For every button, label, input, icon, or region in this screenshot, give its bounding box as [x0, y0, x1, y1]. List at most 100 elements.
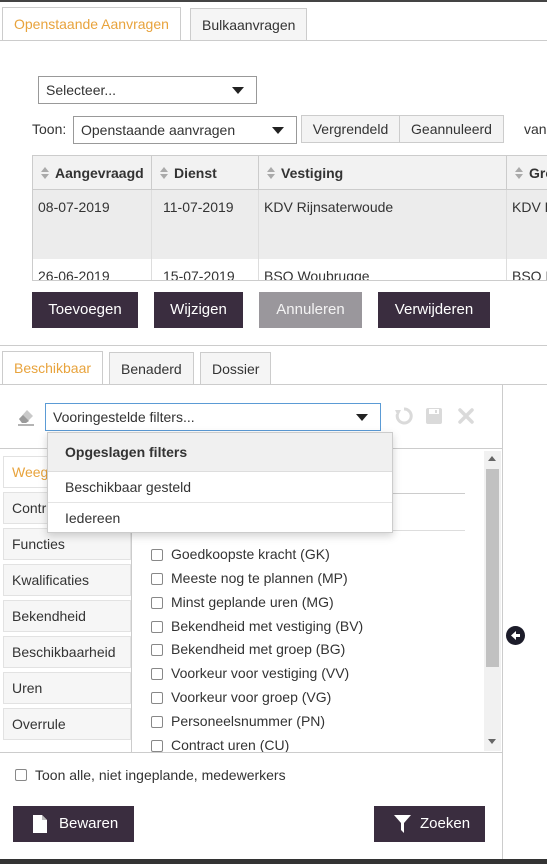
sort-icon [267, 167, 275, 179]
tab-bar-line [0, 40, 547, 41]
cell-aangevraagd: 26-06-2019 [33, 259, 152, 280]
save-icon[interactable] [424, 406, 444, 426]
checkbox-label: Personeelsnummer (PN) [171, 713, 326, 729]
checkbox-cu[interactable] [151, 740, 163, 752]
nav-uren[interactable]: Uren [3, 672, 131, 704]
filter-icon [394, 815, 411, 833]
arrow-left-icon[interactable] [506, 626, 525, 645]
preset-filters-value: Vooringestelde filters... [53, 409, 195, 425]
verwijderen-button[interactable]: Verwijderen [378, 292, 490, 328]
top-border [0, 0, 547, 2]
cell-vestiging: KDV Rijnsaterwoude [259, 190, 507, 259]
tab-bulkaanvragen[interactable]: Bulkaanvragen [190, 8, 308, 41]
menu-item-beschikbaar-gesteld[interactable]: Beschikbaar gesteld [48, 472, 392, 503]
selecteer-value: Selecteer... [46, 82, 117, 98]
wijzigen-button[interactable]: Wijzigen [154, 292, 243, 328]
nav-beschikbaarheid[interactable]: Beschikbaarheid [3, 636, 131, 668]
toevoegen-button[interactable]: Toevoegen [32, 292, 138, 328]
checkbox-mg[interactable] [151, 597, 163, 609]
close-icon[interactable] [456, 406, 476, 426]
nav-contract[interactable]: Contr [3, 492, 53, 524]
cell-dienst: 15-07-2019 [152, 259, 259, 280]
checkbox-label: Goedkoopste kracht (GK) [171, 546, 330, 562]
checkbox-label: Minst geplande uren (MG) [171, 594, 334, 610]
saved-filters-menu: Opgeslagen filters Beschikbaar gesteld I… [47, 432, 393, 533]
refresh-icon[interactable] [394, 406, 414, 426]
saved-filters-header: Opgeslagen filters [48, 433, 392, 472]
scroll-up-icon[interactable] [488, 456, 496, 461]
column-header-vestiging[interactable]: Vestiging [259, 156, 507, 190]
checkbox-label: Meeste nog te plannen (MP) [171, 570, 348, 586]
checkbox-label: Bekendheid met vestiging (BV) [171, 618, 364, 634]
table-row[interactable]: 08-07-2019 11-07-2019 KDV Rijnsaterwoude… [33, 190, 547, 259]
scroll-thumb[interactable] [486, 469, 499, 667]
nav-kwalificaties[interactable]: Kwalificaties [3, 564, 131, 596]
toon-label: Toon: [32, 121, 67, 137]
column-header-dienst[interactable]: Dienst [152, 156, 259, 190]
checkbox-label: Voorkeur voor groep (VG) [171, 689, 332, 705]
list-separator [393, 493, 465, 494]
cell-groep: BSO K [507, 259, 547, 280]
cell-aangevraagd: 08-07-2019 [33, 190, 152, 259]
sort-icon [515, 167, 523, 179]
checkbox-vg[interactable] [151, 692, 163, 704]
checkbox-label: Contract uren (CU) [171, 737, 290, 753]
list-separator [393, 530, 465, 531]
column-label: Aangevraagd [55, 165, 144, 181]
tab-bar-line [0, 384, 547, 385]
filter-bottom-border [0, 752, 502, 753]
selecteer-dropdown[interactable]: Selecteer... [38, 76, 257, 104]
column-header-aangevraagd[interactable]: Aangevraagd [33, 156, 152, 190]
show-all-checkbox[interactable] [15, 769, 27, 781]
van-label: van [524, 121, 547, 137]
annuleren-button[interactable]: Annuleren [259, 292, 362, 328]
bewaren-label: Bewaren [59, 815, 119, 832]
column-label: Vestiging [281, 165, 344, 181]
column-header-groep[interactable]: Gro [507, 156, 547, 190]
section-divider [0, 345, 547, 346]
bewaren-button[interactable]: Bewaren [13, 806, 134, 842]
geannuleerd-button[interactable]: Geannuleerd [399, 115, 504, 143]
checkbox-gk[interactable] [151, 549, 163, 561]
zoeken-label: Zoeken [420, 815, 471, 832]
show-all-label: Toon alle, niet ingeplande, medewerkers [35, 767, 286, 783]
cell-groep: KDV D [507, 190, 547, 259]
scroll-down-icon[interactable] [488, 739, 496, 744]
chevron-down-icon [356, 414, 368, 421]
zoeken-button[interactable]: Zoeken [374, 806, 485, 842]
file-icon [33, 815, 47, 833]
chevron-down-icon [232, 87, 244, 94]
filter-scrollbar[interactable] [484, 451, 501, 751]
eraser-icon[interactable] [15, 405, 37, 427]
checkbox-label: Bekendheid met groep (BG) [171, 641, 346, 657]
sort-icon [160, 167, 168, 179]
checkbox-label: Voorkeur voor vestiging (VV) [171, 665, 350, 681]
tab-dossier[interactable]: Dossier [200, 352, 272, 385]
table-row[interactable]: 26-06-2019 15-07-2019 BSO Woubrugge BSO … [33, 259, 547, 280]
checkbox-pn[interactable] [151, 716, 163, 728]
chevron-down-icon [272, 127, 284, 134]
table-header: Aangevraagd Dienst Vestiging Gro [33, 156, 547, 190]
sort-icon [41, 167, 49, 179]
preset-filters-dropdown[interactable]: Vooringestelde filters... [45, 403, 381, 431]
checkbox-vv[interactable] [151, 668, 163, 680]
tab-beschikbaar[interactable]: Beschikbaar [2, 351, 104, 385]
nav-overrule[interactable]: Overrule [3, 708, 131, 740]
cell-dienst: 11-07-2019 [152, 190, 259, 259]
toon-value: Openstaande aanvragen [81, 122, 236, 138]
nav-bekendheid[interactable]: Bekendheid [3, 600, 131, 632]
vergrendeld-button[interactable]: Vergrendeld [301, 115, 400, 143]
right-panel-border [502, 385, 503, 860]
nav-weging[interactable]: Weeg [3, 456, 53, 488]
column-label: Gro [529, 165, 547, 181]
column-label: Dienst [174, 165, 217, 181]
bottom-border [0, 859, 547, 864]
tab-benaderd[interactable]: Benaderd [109, 352, 194, 385]
menu-item-iedereen[interactable]: Iedereen [48, 503, 392, 534]
tab-openstaande-aanvragen[interactable]: Openstaande Aanvragen [2, 7, 181, 41]
checkbox-bv[interactable] [151, 621, 163, 633]
checkbox-mp[interactable] [151, 573, 163, 585]
requests-table: Aangevraagd Dienst Vestiging Gro 08-07-2… [32, 155, 547, 281]
toon-dropdown[interactable]: Openstaande aanvragen [73, 116, 297, 144]
checkbox-bg[interactable] [151, 644, 163, 656]
